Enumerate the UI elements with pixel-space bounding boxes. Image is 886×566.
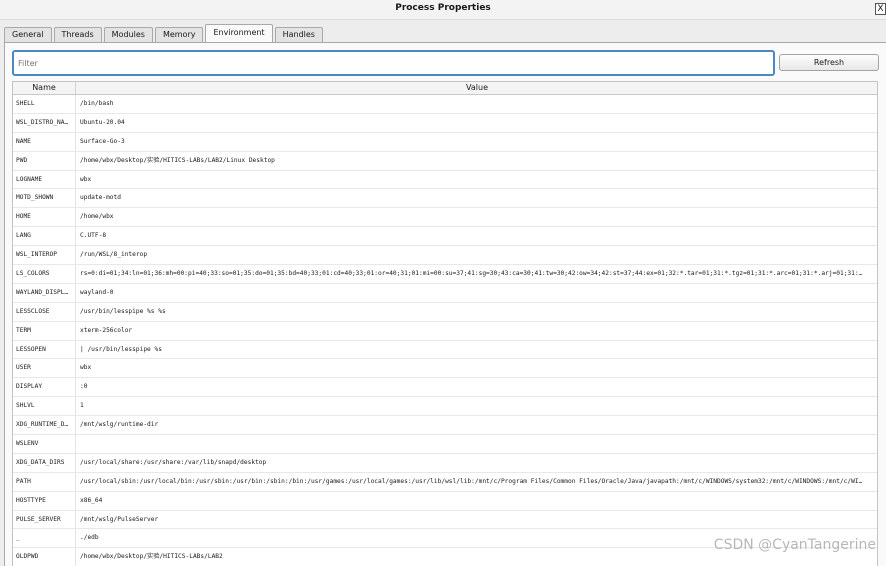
env-name-cell: XDG_DATA_DIRS <box>13 453 76 472</box>
env-name-cell: WSLENV <box>13 435 76 453</box>
table-row[interactable]: HOME/home/wbx <box>13 208 877 228</box>
filter-input[interactable] <box>12 50 775 76</box>
table-row[interactable]: MOTD_SHOWN update-motd <box>13 189 877 209</box>
environment-panel: Refresh Name Value SHELL/bin/bashWSL_DIS… <box>4 42 886 566</box>
env-name-cell: PULSE_SERVER <box>13 510 76 529</box>
env-name-cell: SHLVL <box>13 397 76 416</box>
env-name-cell: PWD <box>13 151 76 170</box>
env-name-cell: LOGNAME <box>13 170 76 189</box>
env-name-cell: NAME <box>13 132 76 151</box>
table-row[interactable]: XDG_RUNTIME_D… /mnt/wslg/runtime-dir <box>13 416 877 436</box>
env-name-cell: HOSTTYPE <box>13 491 76 510</box>
env-value-cell: /mnt/wslg/runtime-dir <box>80 421 159 429</box>
window-body: General Threads Modules Memory Environme… <box>0 20 886 566</box>
env-value-cell: C.UTF-8 <box>80 232 107 240</box>
table-row[interactable]: SHLVL 1 <box>13 397 877 417</box>
env-name-cell: LS_COLORS <box>13 265 76 283</box>
table-row[interactable]: PWD/home/wbx/Desktop/实验/HITICS-LABs/LAB2… <box>13 151 877 171</box>
table-row[interactable]: LS_COLORS rs=0:di=01;34:ln=01;36:mh=00:pi… <box>13 265 877 284</box>
env-value-cell: :0 <box>80 383 88 391</box>
table-row[interactable]: SHELL/bin/bash <box>13 95 877 114</box>
env-value-cell: /bin/bash <box>80 100 114 107</box>
table-body: SHELL/bin/bash WSL_DISTRO_NA… Ubuntu-20.04… <box>13 95 877 566</box>
env-value-cell: /home/wbx/Desktop/实验/HITICS-LABs/LAB2/Li… <box>80 156 275 164</box>
env-name-cell: SHELL <box>13 95 76 113</box>
env-value-cell: | /usr/bin/lesspipe %s <box>80 345 162 353</box>
table-row[interactable]: HOSTTYPE x86_64 <box>13 491 877 511</box>
env-name-cell: MOTD_SHOWN <box>13 189 76 208</box>
env-name-cell: PATH <box>13 472 76 491</box>
tab-environment[interactable]: Environment <box>205 24 273 42</box>
table-row[interactable]: XDG_DATA_DIRS/usr/local/share:/usr/share… <box>13 453 877 473</box>
table-row[interactable]: PATH/usr/local/sbin:/usr/local/bin:/usr/… <box>13 472 877 492</box>
env-value-cell: wbx <box>80 175 92 183</box>
env-value-cell: /home/wbx <box>80 213 114 221</box>
env-value-cell: update-motd <box>80 194 121 202</box>
env-value-cell: /usr/local/sbin:/usr/local/bin:/usr/sbin… <box>80 477 863 485</box>
table-row[interactable]: WSL_INTEROP/run/WSL/8_interop <box>13 246 877 266</box>
tab-general[interactable]: General <box>4 27 52 42</box>
tab-memory[interactable]: Memory <box>154 27 204 42</box>
env-name-cell: OLDPWD <box>13 548 76 566</box>
env-name-cell: TERM <box>13 321 76 340</box>
env-value-cell: wayland-0 <box>80 288 114 296</box>
table-row[interactable]: DISPLAY :0 <box>13 378 877 398</box>
env-name-cell: HOME <box>13 208 76 227</box>
table-row[interactable]: LANG C.UTF-8 <box>13 227 877 247</box>
table-row[interactable]: WAYLAND_DISPL… wayland-0 <box>13 283 877 303</box>
env-value-cell <box>76 435 877 453</box>
tab-handles[interactable]: Handles <box>274 27 323 42</box>
env-value-cell: 1 <box>80 402 84 410</box>
env-name-cell: WAYLAND_DISPL… <box>13 283 76 302</box>
env-value-cell: wbx <box>80 364 92 372</box>
env-name-cell: WSL_DISTRO_NA… <box>13 113 76 132</box>
table-row[interactable]: WSL_DISTRO_NA… Ubuntu-20.04 <box>13 113 877 133</box>
env-value-cell: xterm-256color <box>80 326 133 334</box>
env-value-cell: /mnt/wslg/PulseServer <box>80 515 159 523</box>
env-name-cell: LESSCLOSE <box>13 302 76 321</box>
refresh-button[interactable]: Refresh <box>779 54 879 71</box>
env-name-cell: USER <box>13 359 76 378</box>
env-name-cell: _ <box>13 529 76 548</box>
table-row[interactable]: USER wbx <box>13 359 877 379</box>
env-value-cell: Surface-Go-3 <box>80 137 125 145</box>
env-value-cell: x86_64 <box>80 496 103 504</box>
env-value-cell: Ubuntu-20.04 <box>80 118 125 126</box>
env-value-cell: rs=0:di=01;34:ln=01;36:mh=00:pi=40;33:so… <box>80 270 863 278</box>
close-button[interactable]: X <box>875 3 886 15</box>
tab-modules[interactable]: Modules <box>103 27 153 42</box>
window-title: Process Properties <box>395 3 491 13</box>
column-header-name[interactable]: Name <box>13 82 76 94</box>
env-name-cell: XDG_RUNTIME_D… <box>13 416 76 435</box>
env-name-cell: LESSOPEN <box>13 340 76 359</box>
title-bar: Process Properties X <box>0 0 886 20</box>
env-value-cell: /run/WSL/8_interop <box>80 251 148 259</box>
table-row[interactable]: LESSCLOSE/usr/bin/lesspipe %s %s <box>13 302 877 322</box>
table-row[interactable]: LOGNAME wbx <box>13 170 877 190</box>
environment-table: Name Value SHELL/bin/bash WSL_DISTRO_NA… U… <box>12 81 878 566</box>
table-row[interactable]: WSLENV <box>13 435 877 454</box>
column-header-value[interactable]: Value <box>76 82 877 94</box>
table-row[interactable]: NAME Surface-Go-3 <box>13 132 877 152</box>
table-header: Name Value <box>13 82 877 95</box>
env-name-cell: LANG <box>13 227 76 246</box>
table-row[interactable]: TERM xterm-256color <box>13 321 877 341</box>
tab-threads[interactable]: Threads <box>53 27 102 42</box>
table-row[interactable]: LESSOPEN | /usr/bin/lesspipe %s <box>13 340 877 360</box>
env-value-cell: /usr/local/share:/usr/share:/var/lib/sna… <box>80 458 267 466</box>
watermark: CSDN @CyanTangerine <box>713 537 876 553</box>
table-row[interactable]: PULSE_SERVER/mnt/wslg/PulseServer <box>13 510 877 530</box>
env-name-cell: DISPLAY <box>13 378 76 397</box>
env-name-cell: WSL_INTEROP <box>13 246 76 265</box>
tab-bar: General Threads Modules Memory Environme… <box>4 24 325 42</box>
env-value-cell: /usr/bin/lesspipe %s %s <box>80 307 166 315</box>
